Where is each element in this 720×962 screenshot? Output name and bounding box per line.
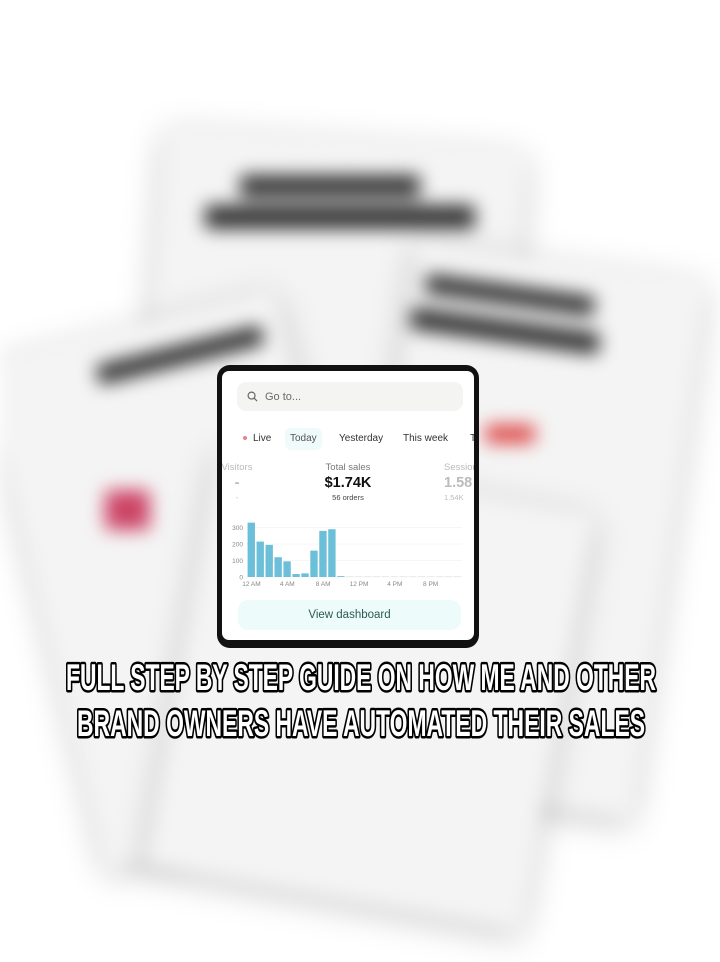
tab-this-week[interactable]: This week <box>403 428 448 450</box>
caption-line-2: BRAND OWNERS HAVE AUTOMATED THEIR SALES <box>77 703 645 744</box>
x-tick-label: 4 AM <box>280 581 295 588</box>
stat-value: 1.58 <box>444 475 473 491</box>
bar <box>453 576 461 577</box>
bar <box>408 576 417 577</box>
bar <box>274 557 282 577</box>
bar <box>310 550 318 577</box>
stat-label: Visitors <box>222 462 253 473</box>
search-input[interactable]: Go to... <box>237 382 463 411</box>
stat-value: $1.74K <box>324 475 372 491</box>
search-placeholder: Go to... <box>265 390 302 403</box>
bar <box>435 576 444 577</box>
bar <box>364 576 372 577</box>
stat-visitors[interactable]: Visitors - - <box>222 462 277 502</box>
tab-today[interactable]: Today <box>285 428 322 450</box>
tab-yesterday[interactable]: Yesterday <box>339 428 383 450</box>
x-tick-label: 12 PM <box>350 581 369 588</box>
live-dot-icon <box>243 436 247 441</box>
bar <box>247 522 255 577</box>
bar <box>444 576 453 577</box>
bar <box>328 529 336 577</box>
stat-value: - <box>234 475 240 491</box>
bar <box>390 576 399 577</box>
bar <box>319 530 327 577</box>
bar <box>265 544 273 577</box>
stat-total-sales[interactable]: Total sales $1.74K 56 orders <box>308 462 388 502</box>
stat-sessions[interactable]: Sessions 1.58 1.54K <box>444 462 474 502</box>
bar <box>283 561 291 577</box>
tab-next[interactable]: T <box>470 428 474 450</box>
bar <box>355 576 363 577</box>
bar <box>381 576 390 577</box>
caption: FULL STEP BY STEP GUIDE ON HOW ME AND OT… <box>64 655 659 747</box>
y-tick-label: 100 <box>232 558 243 565</box>
x-tick-label: 8 PM <box>423 581 438 588</box>
view-dashboard-button[interactable]: View dashboard <box>238 600 461 630</box>
stat-sub: - <box>235 493 239 502</box>
x-tick-label: 8 AM <box>316 581 331 588</box>
stat-sub: 1.54K <box>444 493 464 502</box>
bar <box>373 576 381 577</box>
caption-line-1: FULL STEP BY STEP GUIDE ON HOW ME AND OT… <box>66 657 656 698</box>
y-tick-label: 300 <box>232 525 243 532</box>
stat-label: Sessions <box>444 462 474 473</box>
stat-label: Total sales <box>325 462 371 473</box>
x-tick-label: 4 PM <box>387 581 402 588</box>
bar <box>346 576 354 577</box>
bar <box>399 576 408 577</box>
dashboard-widget: Go to... Live Today Yesterday This week … <box>217 365 479 648</box>
tab-live[interactable]: Live <box>243 428 271 450</box>
bar <box>337 576 345 577</box>
bar <box>256 541 264 577</box>
bar <box>292 574 300 577</box>
bar <box>301 573 309 577</box>
stat-sub: 56 orders <box>332 493 364 502</box>
y-tick-label: 200 <box>232 542 243 549</box>
x-tick-label: 12 AM <box>242 581 260 588</box>
search-icon <box>247 391 258 402</box>
bar <box>417 576 426 577</box>
bar <box>426 576 435 577</box>
sales-bar-chart: 010020030012 AM 4 AM 8 AM 12 PM 4 PM 8 PM <box>232 522 462 588</box>
tab-label: Live <box>253 433 272 444</box>
